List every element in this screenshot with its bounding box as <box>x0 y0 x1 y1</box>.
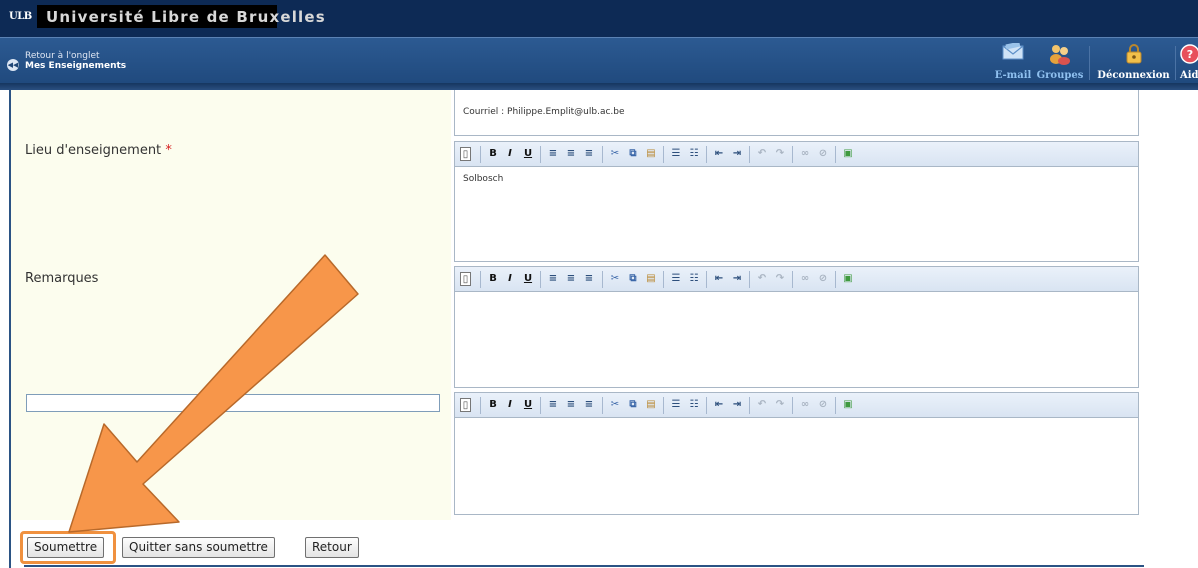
annotation-arrow <box>68 254 359 533</box>
orange-arrow-shape <box>68 254 359 533</box>
